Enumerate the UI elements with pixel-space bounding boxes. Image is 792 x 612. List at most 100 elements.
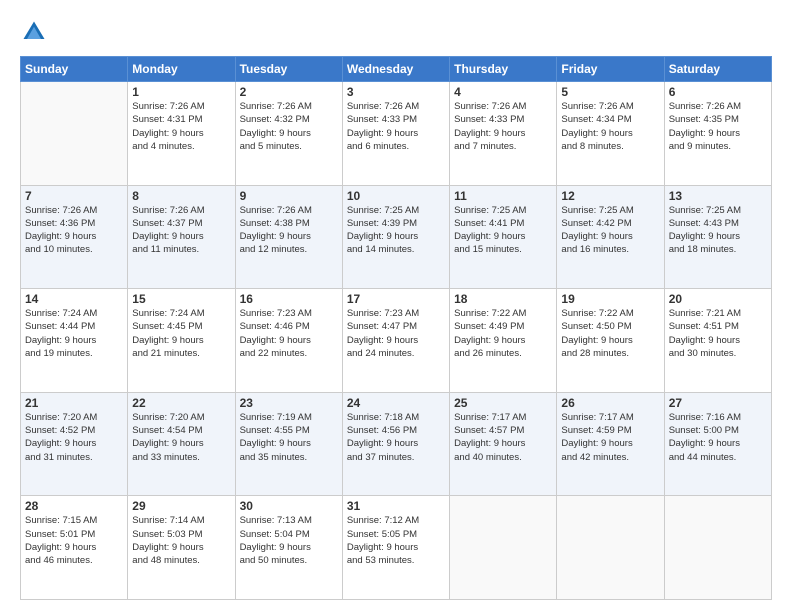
- calendar-cell: 2Sunrise: 7:26 AM Sunset: 4:32 PM Daylig…: [235, 82, 342, 186]
- day-number: 13: [669, 189, 767, 203]
- calendar-week-row: 21Sunrise: 7:20 AM Sunset: 4:52 PM Dayli…: [21, 392, 772, 496]
- day-info: Sunrise: 7:24 AM Sunset: 4:44 PM Dayligh…: [25, 307, 123, 360]
- day-info: Sunrise: 7:25 AM Sunset: 4:39 PM Dayligh…: [347, 204, 445, 257]
- day-number: 30: [240, 499, 338, 513]
- weekday-header-sunday: Sunday: [21, 57, 128, 82]
- day-info: Sunrise: 7:23 AM Sunset: 4:46 PM Dayligh…: [240, 307, 338, 360]
- day-info: Sunrise: 7:14 AM Sunset: 5:03 PM Dayligh…: [132, 514, 230, 567]
- calendar-week-row: 7Sunrise: 7:26 AM Sunset: 4:36 PM Daylig…: [21, 185, 772, 289]
- day-number: 9: [240, 189, 338, 203]
- day-info: Sunrise: 7:17 AM Sunset: 4:59 PM Dayligh…: [561, 411, 659, 464]
- calendar-week-row: 28Sunrise: 7:15 AM Sunset: 5:01 PM Dayli…: [21, 496, 772, 600]
- calendar-cell: 21Sunrise: 7:20 AM Sunset: 4:52 PM Dayli…: [21, 392, 128, 496]
- day-number: 29: [132, 499, 230, 513]
- page: SundayMondayTuesdayWednesdayThursdayFrid…: [0, 0, 792, 612]
- calendar-cell: 28Sunrise: 7:15 AM Sunset: 5:01 PM Dayli…: [21, 496, 128, 600]
- calendar-cell: 16Sunrise: 7:23 AM Sunset: 4:46 PM Dayli…: [235, 289, 342, 393]
- weekday-header-saturday: Saturday: [664, 57, 771, 82]
- day-number: 11: [454, 189, 552, 203]
- calendar-cell: 9Sunrise: 7:26 AM Sunset: 4:38 PM Daylig…: [235, 185, 342, 289]
- day-number: 10: [347, 189, 445, 203]
- day-info: Sunrise: 7:15 AM Sunset: 5:01 PM Dayligh…: [25, 514, 123, 567]
- day-info: Sunrise: 7:18 AM Sunset: 4:56 PM Dayligh…: [347, 411, 445, 464]
- day-number: 24: [347, 396, 445, 410]
- day-info: Sunrise: 7:26 AM Sunset: 4:37 PM Dayligh…: [132, 204, 230, 257]
- logo: [20, 18, 50, 46]
- calendar-cell: [450, 496, 557, 600]
- day-info: Sunrise: 7:26 AM Sunset: 4:38 PM Dayligh…: [240, 204, 338, 257]
- day-number: 14: [25, 292, 123, 306]
- calendar-cell: 25Sunrise: 7:17 AM Sunset: 4:57 PM Dayli…: [450, 392, 557, 496]
- day-info: Sunrise: 7:25 AM Sunset: 4:41 PM Dayligh…: [454, 204, 552, 257]
- calendar-cell: 18Sunrise: 7:22 AM Sunset: 4:49 PM Dayli…: [450, 289, 557, 393]
- calendar-cell: 23Sunrise: 7:19 AM Sunset: 4:55 PM Dayli…: [235, 392, 342, 496]
- day-number: 26: [561, 396, 659, 410]
- weekday-header-row: SundayMondayTuesdayWednesdayThursdayFrid…: [21, 57, 772, 82]
- header: [20, 18, 772, 46]
- day-number: 23: [240, 396, 338, 410]
- day-info: Sunrise: 7:19 AM Sunset: 4:55 PM Dayligh…: [240, 411, 338, 464]
- day-number: 20: [669, 292, 767, 306]
- calendar-cell: [21, 82, 128, 186]
- day-number: 3: [347, 85, 445, 99]
- calendar-cell: 6Sunrise: 7:26 AM Sunset: 4:35 PM Daylig…: [664, 82, 771, 186]
- calendar-table: SundayMondayTuesdayWednesdayThursdayFrid…: [20, 56, 772, 600]
- calendar-cell: 7Sunrise: 7:26 AM Sunset: 4:36 PM Daylig…: [21, 185, 128, 289]
- day-number: 25: [454, 396, 552, 410]
- calendar-cell: 4Sunrise: 7:26 AM Sunset: 4:33 PM Daylig…: [450, 82, 557, 186]
- day-number: 1: [132, 85, 230, 99]
- calendar-cell: 22Sunrise: 7:20 AM Sunset: 4:54 PM Dayli…: [128, 392, 235, 496]
- day-info: Sunrise: 7:26 AM Sunset: 4:31 PM Dayligh…: [132, 100, 230, 153]
- day-info: Sunrise: 7:23 AM Sunset: 4:47 PM Dayligh…: [347, 307, 445, 360]
- calendar-cell: 13Sunrise: 7:25 AM Sunset: 4:43 PM Dayli…: [664, 185, 771, 289]
- day-info: Sunrise: 7:25 AM Sunset: 4:42 PM Dayligh…: [561, 204, 659, 257]
- calendar-cell: 12Sunrise: 7:25 AM Sunset: 4:42 PM Dayli…: [557, 185, 664, 289]
- weekday-header-friday: Friday: [557, 57, 664, 82]
- day-info: Sunrise: 7:22 AM Sunset: 4:49 PM Dayligh…: [454, 307, 552, 360]
- day-info: Sunrise: 7:26 AM Sunset: 4:32 PM Dayligh…: [240, 100, 338, 153]
- calendar-cell: 29Sunrise: 7:14 AM Sunset: 5:03 PM Dayli…: [128, 496, 235, 600]
- calendar-cell: 1Sunrise: 7:26 AM Sunset: 4:31 PM Daylig…: [128, 82, 235, 186]
- day-number: 15: [132, 292, 230, 306]
- day-info: Sunrise: 7:26 AM Sunset: 4:34 PM Dayligh…: [561, 100, 659, 153]
- calendar-cell: [557, 496, 664, 600]
- day-info: Sunrise: 7:26 AM Sunset: 4:35 PM Dayligh…: [669, 100, 767, 153]
- calendar-cell: 3Sunrise: 7:26 AM Sunset: 4:33 PM Daylig…: [342, 82, 449, 186]
- day-number: 31: [347, 499, 445, 513]
- calendar-cell: 31Sunrise: 7:12 AM Sunset: 5:05 PM Dayli…: [342, 496, 449, 600]
- day-number: 22: [132, 396, 230, 410]
- calendar-cell: 27Sunrise: 7:16 AM Sunset: 5:00 PM Dayli…: [664, 392, 771, 496]
- day-number: 19: [561, 292, 659, 306]
- calendar-cell: 15Sunrise: 7:24 AM Sunset: 4:45 PM Dayli…: [128, 289, 235, 393]
- day-info: Sunrise: 7:16 AM Sunset: 5:00 PM Dayligh…: [669, 411, 767, 464]
- calendar-cell: [664, 496, 771, 600]
- calendar-week-row: 1Sunrise: 7:26 AM Sunset: 4:31 PM Daylig…: [21, 82, 772, 186]
- calendar-cell: 14Sunrise: 7:24 AM Sunset: 4:44 PM Dayli…: [21, 289, 128, 393]
- day-info: Sunrise: 7:26 AM Sunset: 4:33 PM Dayligh…: [347, 100, 445, 153]
- weekday-header-wednesday: Wednesday: [342, 57, 449, 82]
- day-info: Sunrise: 7:13 AM Sunset: 5:04 PM Dayligh…: [240, 514, 338, 567]
- day-number: 2: [240, 85, 338, 99]
- day-info: Sunrise: 7:26 AM Sunset: 4:33 PM Dayligh…: [454, 100, 552, 153]
- calendar-cell: 20Sunrise: 7:21 AM Sunset: 4:51 PM Dayli…: [664, 289, 771, 393]
- day-info: Sunrise: 7:25 AM Sunset: 4:43 PM Dayligh…: [669, 204, 767, 257]
- day-number: 7: [25, 189, 123, 203]
- day-number: 16: [240, 292, 338, 306]
- day-info: Sunrise: 7:12 AM Sunset: 5:05 PM Dayligh…: [347, 514, 445, 567]
- day-info: Sunrise: 7:26 AM Sunset: 4:36 PM Dayligh…: [25, 204, 123, 257]
- weekday-header-tuesday: Tuesday: [235, 57, 342, 82]
- weekday-header-thursday: Thursday: [450, 57, 557, 82]
- calendar-cell: 17Sunrise: 7:23 AM Sunset: 4:47 PM Dayli…: [342, 289, 449, 393]
- day-number: 28: [25, 499, 123, 513]
- calendar-cell: 8Sunrise: 7:26 AM Sunset: 4:37 PM Daylig…: [128, 185, 235, 289]
- calendar-cell: 26Sunrise: 7:17 AM Sunset: 4:59 PM Dayli…: [557, 392, 664, 496]
- calendar-cell: 24Sunrise: 7:18 AM Sunset: 4:56 PM Dayli…: [342, 392, 449, 496]
- day-info: Sunrise: 7:21 AM Sunset: 4:51 PM Dayligh…: [669, 307, 767, 360]
- day-number: 6: [669, 85, 767, 99]
- day-number: 12: [561, 189, 659, 203]
- day-number: 27: [669, 396, 767, 410]
- calendar-cell: 10Sunrise: 7:25 AM Sunset: 4:39 PM Dayli…: [342, 185, 449, 289]
- day-number: 17: [347, 292, 445, 306]
- day-number: 21: [25, 396, 123, 410]
- day-info: Sunrise: 7:22 AM Sunset: 4:50 PM Dayligh…: [561, 307, 659, 360]
